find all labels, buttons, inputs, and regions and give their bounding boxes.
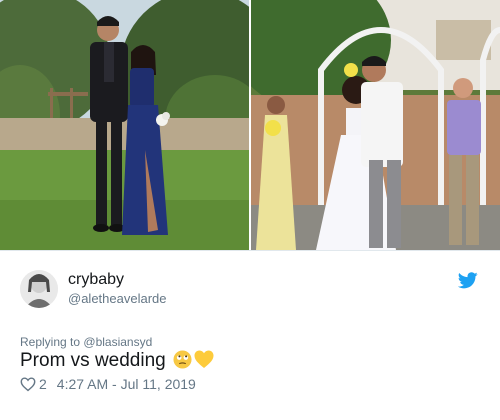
wedding-photo-illustration	[251, 0, 500, 250]
face-with-rolling-eyes-icon	[173, 350, 192, 369]
replying-to-line: Replying to @blasiansyd	[20, 335, 152, 349]
prom-photo-illustration	[0, 0, 249, 250]
user-handle[interactable]: @aletheavelarde	[68, 291, 166, 306]
prom-photo[interactable]	[0, 0, 249, 250]
replying-label: Replying to	[20, 335, 81, 349]
tweet-meta: 2 4:27 AM - Jul 11, 2019	[20, 376, 196, 392]
avatar[interactable]	[20, 270, 58, 308]
photo-collage	[0, 0, 500, 250]
image-divider	[0, 250, 500, 251]
wedding-photo[interactable]	[251, 0, 500, 250]
twitter-bird-icon[interactable]	[458, 272, 478, 289]
tweet-card: crybaby @aletheavelarde Replying to @bla…	[0, 0, 500, 420]
tweet-body: Prom vs wedding	[20, 350, 166, 371]
display-name[interactable]: crybaby	[68, 271, 124, 289]
timestamp[interactable]: 4:27 AM - Jul 11, 2019	[57, 376, 196, 392]
avatar-image	[20, 270, 58, 308]
yellow-heart-icon	[194, 350, 214, 368]
replying-to-mention[interactable]: @blasiansyd	[83, 335, 152, 349]
like-count: 2	[39, 376, 47, 392]
tweet-text: Prom vs wedding	[20, 350, 214, 372]
like-heart-icon[interactable]	[20, 377, 36, 392]
